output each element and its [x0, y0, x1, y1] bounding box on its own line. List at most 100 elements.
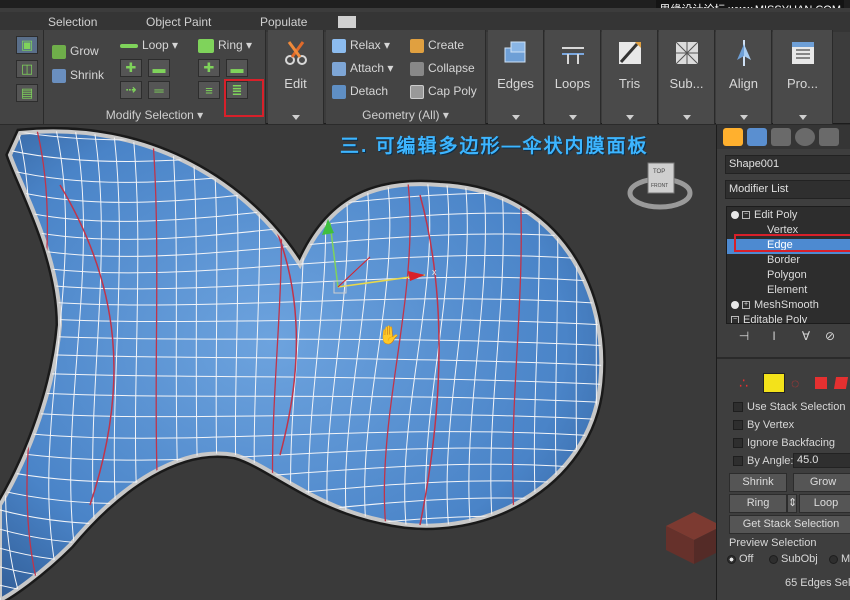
gizmo-x-label: x	[432, 267, 437, 277]
stack-item-editable-poly[interactable]: − Editable Poly	[727, 314, 850, 324]
stack-item-element[interactable]: Element	[727, 284, 850, 299]
ring-shift-button[interactable]: ≡	[198, 81, 220, 99]
motion-tab-icon[interactable]	[795, 128, 815, 146]
make-unique-icon[interactable]: ∀	[797, 329, 815, 345]
shrink-button[interactable]: Shrink	[52, 68, 104, 83]
modifier-list-dropdown[interactable]: Modifier List	[725, 180, 850, 199]
bulb-icon	[731, 301, 739, 310]
tab-options-icon[interactable]	[338, 16, 356, 28]
preview-multi-radio[interactable]: M	[829, 553, 850, 565]
ring-spinner-icon[interactable]: ⇕	[787, 494, 797, 513]
loop-extra-button[interactable]: ═	[148, 81, 170, 99]
loops-button[interactable]: Loops	[545, 30, 601, 124]
loop-button[interactable]: Loop ▾	[120, 38, 178, 52]
edges-dropdown-icon	[511, 115, 520, 120]
subdivide-dropdown-icon	[682, 115, 691, 120]
preview-off-radio[interactable]: Off	[727, 553, 753, 565]
edge-highlight-box	[734, 234, 850, 252]
detach-button[interactable]: Detach	[332, 84, 388, 99]
collapse-icon	[410, 61, 424, 76]
viewcube-front-label: FRONT	[651, 183, 668, 189]
ring-button-panel[interactable]: Ring	[729, 494, 787, 513]
mode-icon[interactable]: ◫	[16, 60, 38, 78]
display-tab-icon[interactable]	[819, 128, 839, 146]
modify-tab-icon[interactable]	[747, 128, 767, 146]
edges-button[interactable]: Edges	[488, 30, 544, 124]
select-icon[interactable]: ▣	[16, 36, 38, 54]
element-level-icon[interactable]	[833, 377, 849, 389]
edges-icon	[504, 41, 525, 63]
relax-icon	[332, 38, 346, 53]
tab-populate[interactable]: Populate	[260, 15, 307, 29]
ignore-backfacing-checkbox[interactable]: Ignore Backfacing	[733, 437, 835, 449]
create-button[interactable]: Create	[410, 38, 464, 53]
grow-button[interactable]: Grow	[52, 44, 99, 59]
stack-item-border[interactable]: Border	[727, 254, 850, 269]
hand-cursor-icon: ✋	[378, 325, 401, 345]
modifier-stack[interactable]: − Edit Poly Vertex Edge Border Polygon El…	[726, 206, 850, 324]
properties-button[interactable]: Pro...	[773, 30, 833, 124]
loop-remove-button[interactable]: ▬	[148, 59, 170, 77]
angle-input[interactable]: 45.0	[793, 453, 850, 468]
tris-button[interactable]: Tris	[602, 30, 658, 124]
subdivide-button[interactable]: Sub...	[659, 30, 715, 124]
loop-icon	[120, 43, 138, 48]
loop-button-panel[interactable]: Loop	[799, 494, 850, 513]
loop-shift-button[interactable]: ⇢	[120, 81, 142, 99]
collapse-box-icon: −	[731, 316, 739, 324]
hierarchy-tab-icon[interactable]	[771, 128, 791, 146]
attach-button[interactable]: Attach ▾	[332, 61, 393, 76]
create-tab-icon[interactable]	[723, 128, 743, 146]
ring-icon	[198, 38, 214, 53]
use-stack-selection-checkbox[interactable]: Use Stack Selection	[733, 401, 845, 413]
grow-button-panel[interactable]: Grow	[793, 473, 850, 492]
tab-selection[interactable]: Selection	[48, 15, 97, 29]
cap-poly-button[interactable]: Cap Poly	[410, 84, 477, 99]
vertex-level-icon[interactable]: ∴	[739, 375, 748, 392]
ring-button[interactable]: Ring ▾	[198, 38, 252, 53]
collapse-button[interactable]: Collapse	[410, 61, 475, 76]
ring-remove-button[interactable]: ▬	[226, 59, 248, 77]
tool-icon[interactable]: ▤	[16, 84, 38, 102]
ring-add-button[interactable]: ✚	[198, 59, 220, 77]
mesh-edge	[610, 125, 630, 600]
viewport-perspective[interactable]: x TOP FRONT 三. 可编辑多边形—伞状内膜面板 ✋	[0, 125, 716, 600]
mesh-edge	[0, 534, 602, 564]
create-icon	[410, 38, 424, 53]
ribbon: Selection Object Paint Populate ▣ ◫ ▤ Gr…	[0, 8, 850, 124]
shrink-button-panel[interactable]: Shrink	[729, 473, 787, 492]
stack-item-meshsmooth[interactable]: + MeshSmooth	[727, 299, 850, 314]
mesh-edge	[0, 554, 602, 582]
stack-item-polygon[interactable]: Polygon	[727, 269, 850, 284]
show-end-result-icon[interactable]: ǀ	[765, 329, 783, 345]
loop-add-button[interactable]: ✚	[120, 59, 142, 77]
cap-poly-icon	[410, 84, 424, 99]
scissors-icon	[284, 41, 307, 65]
attach-icon	[332, 61, 346, 76]
by-vertex-checkbox[interactable]: By Vertex	[733, 419, 794, 431]
by-angle-checkbox[interactable]: By Angle:	[733, 455, 793, 467]
poly-mesh[interactable]: x TOP FRONT	[0, 125, 716, 600]
separator	[717, 357, 850, 359]
edge-level-icon[interactable]	[763, 373, 785, 393]
object-name-field[interactable]: Shape001	[725, 155, 850, 174]
remove-modifier-icon[interactable]: ⊘	[821, 329, 839, 345]
collapse-box-icon: +	[742, 301, 750, 310]
pin-stack-icon[interactable]: ⊣	[735, 329, 753, 345]
viewcube-top-label: TOP	[653, 169, 665, 175]
subdivide-icon	[675, 41, 698, 65]
polygon-level-icon[interactable]	[815, 377, 827, 389]
edit-button[interactable]: Edit	[268, 30, 324, 124]
border-level-icon[interactable]: ◌	[791, 375, 799, 391]
collapse-box-icon: −	[742, 211, 750, 220]
tab-object-paint[interactable]: Object Paint	[146, 15, 211, 29]
align-button[interactable]: Align	[716, 30, 772, 124]
get-stack-selection-button[interactable]: Get Stack Selection	[729, 515, 850, 534]
ribbon-tabs: Selection Object Paint Populate	[0, 12, 850, 32]
detach-icon	[332, 84, 346, 99]
relax-button[interactable]: Relax ▾	[332, 38, 390, 53]
tris-dropdown-icon	[625, 115, 634, 120]
viewcube[interactable]: TOP FRONT	[627, 162, 693, 210]
preview-subobj-radio[interactable]: SubObj	[769, 553, 818, 565]
stack-item-edit-poly[interactable]: − Edit Poly	[727, 209, 850, 224]
